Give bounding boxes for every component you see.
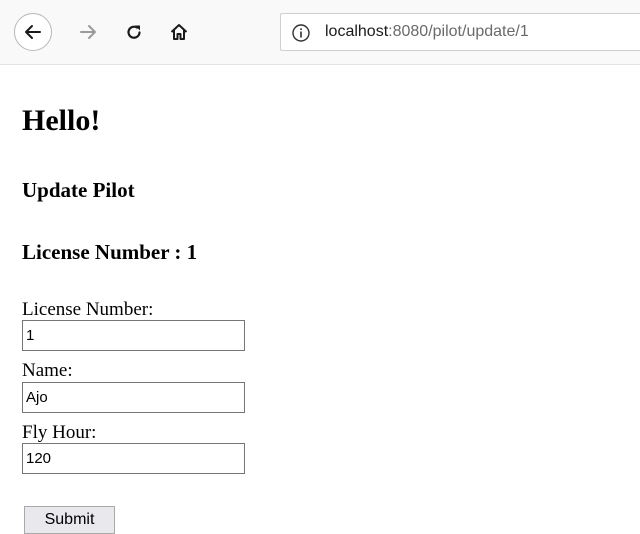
home-icon [170, 24, 188, 40]
license-number-label: License Number: [22, 299, 154, 320]
name-label: Name: [22, 360, 73, 381]
back-button[interactable] [14, 13, 52, 51]
fly-hour-input[interactable] [22, 443, 245, 474]
arrow-left-icon [25, 25, 41, 39]
reload-button[interactable] [116, 14, 152, 50]
license-number-input[interactable] [22, 320, 245, 351]
license-number-heading: License Number : 1 [22, 240, 198, 264]
address-bar[interactable]: localhost:8080/pilot/update/1 [280, 13, 640, 51]
url-path: :8080/pilot/update/1 [388, 23, 529, 40]
name-input[interactable] [22, 382, 245, 413]
page-greeting: Hello! [22, 104, 101, 137]
submit-button[interactable]: Submit [24, 506, 115, 534]
url-text: localhost:8080/pilot/update/1 [325, 23, 529, 41]
url-host: localhost [325, 23, 389, 40]
info-icon[interactable] [291, 23, 311, 43]
home-button[interactable] [161, 14, 197, 50]
forward-button[interactable] [70, 14, 106, 50]
fly-hour-label: Fly Hour: [22, 422, 97, 443]
arrow-right-icon [80, 25, 96, 39]
reload-icon [127, 25, 141, 39]
browser-toolbar: localhost:8080/pilot/update/1 [0, 0, 640, 65]
page-subtitle: Update Pilot [22, 178, 135, 202]
